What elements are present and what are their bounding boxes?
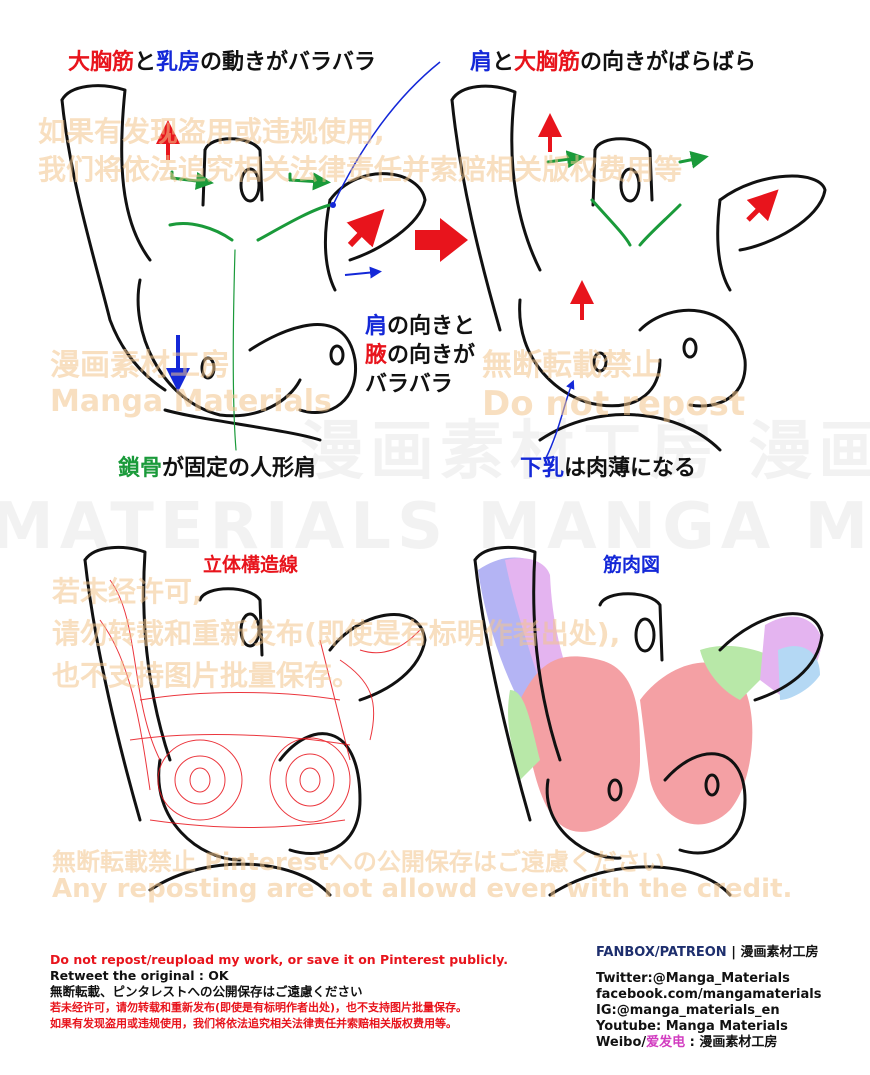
caption-structure-lines: 立体構造線	[203, 554, 299, 576]
torso-drawing	[60, 61, 827, 897]
footer-left: Do not repost/reupload my work, or save …	[50, 952, 509, 1030]
footer-right: FANBOX/PATREON | 漫画素材工房 Twitter:@Manga_M…	[596, 945, 822, 1050]
panel-top-right	[450, 84, 827, 452]
panel-lower-left	[83, 546, 427, 897]
panel-top-left-green	[168, 170, 332, 451]
youtube-link[interactable]: Youtube: Manga Materials	[596, 1019, 821, 1035]
caption-shoulder-armpit: 肩の向きと 腋の向きが バラバラ	[365, 314, 476, 397]
arrow-icon	[538, 113, 779, 461]
facebook-link[interactable]: facebook.com/mangamaterials	[596, 987, 821, 1003]
instagram-link[interactable]: IG:@manga_materials_en	[596, 1003, 821, 1019]
caption-top-right: 肩と大胸筋の向きがばらばら	[470, 50, 757, 75]
caption-top-left: 大胸筋と乳房の動きがバラバラ	[68, 50, 376, 75]
caption-clavicle: 鎖骨が固定の人形肩	[118, 456, 317, 481]
fanbox-link[interactable]: FANBOX/PATREON	[596, 945, 727, 960]
caption-underbust: 下乳は肉薄になる	[520, 456, 697, 481]
caption-muscle-map: 筋肉図	[603, 554, 661, 576]
twitter-link[interactable]: Twitter:@Manga_Materials	[596, 971, 821, 987]
